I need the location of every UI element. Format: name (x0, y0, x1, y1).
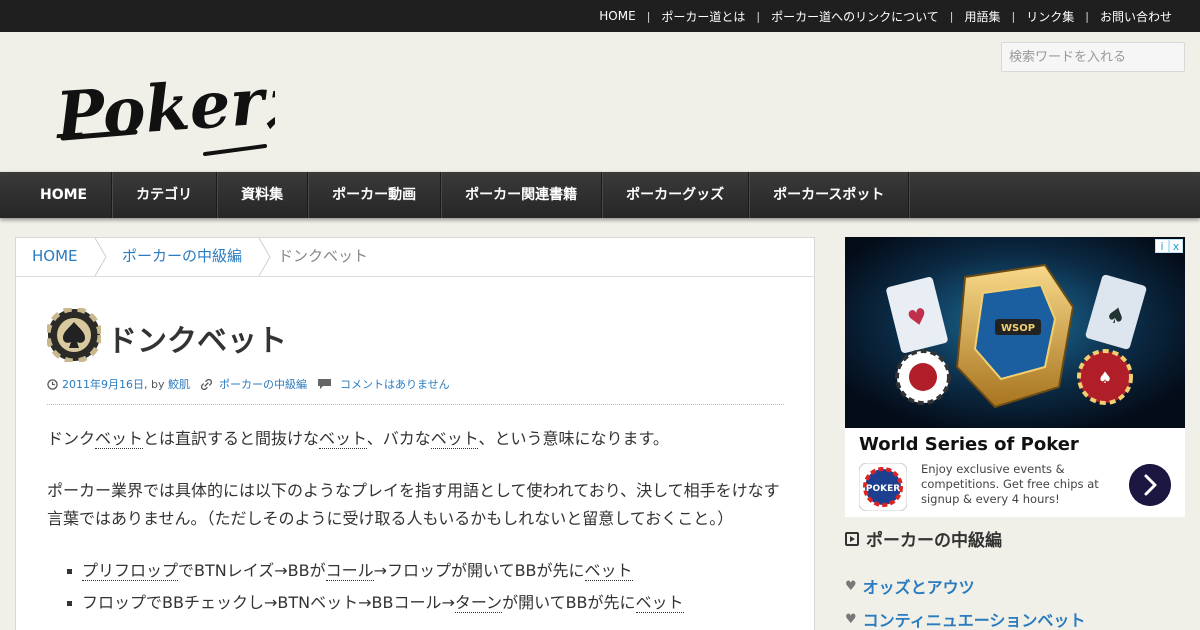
article-card: HOME ポーカーの中級編 ドンクベット ドンクベット 2011年9月16日 ,… (15, 237, 815, 630)
ad-app-logo[interactable]: POKER (859, 463, 907, 511)
topnav-contact[interactable]: お問い合わせ (1100, 8, 1172, 25)
breadcrumb: HOME ポーカーの中級編 ドンクベット (16, 238, 814, 277)
ad-logo-label: POKER (866, 484, 900, 494)
ad-badge: i x (1155, 239, 1183, 253)
text-segment: フロップでBBチェックし→BTNベット→BBコール→ (82, 593, 455, 612)
list-item: プリフロップでBTNレイズ→BBがコール→フロップが開いてBBが先にベット (67, 560, 684, 592)
nav-goods[interactable]: ポーカーグッズ (602, 172, 750, 218)
link-icon (200, 378, 213, 390)
topnav-separator: | (1085, 9, 1089, 23)
post-category[interactable]: ポーカーの中級編 (219, 376, 307, 392)
glossary-link[interactable]: ベット (95, 429, 144, 449)
ad-close-icon[interactable]: x (1169, 239, 1183, 253)
top-bar: HOME | ポーカー道とは | ポーカー道へのリンクについて | 用語集 | リンク集… (0, 0, 1200, 32)
ad-description[interactable]: Enjoy exclusive events & competitions. G… (921, 462, 1106, 507)
list-item: フロップでBBチェックし→BTNベット→BBコール→ターンが開いてBBが先にベッ… (67, 592, 684, 624)
article-paragraph-1: ドンクベットとは直訳すると間抜けなベット、バカなベット、という意味になります。 (47, 425, 792, 453)
sidebar-heading-label: ポーカーの中級編 (866, 531, 1002, 551)
nav-resources[interactable]: 資料集 (217, 172, 309, 218)
sidebar-item-label[interactable]: コンティニュエーションベット (863, 607, 1086, 630)
text-segment: が開いてBBが先に (502, 593, 636, 612)
text-segment: でBTNレイズ→BBが (178, 561, 326, 580)
topnav-separator: | (949, 9, 954, 23)
heart-icon: ♥ (845, 578, 857, 594)
ad-arrow-button[interactable] (1129, 464, 1171, 506)
glossary-link[interactable]: ベット (635, 593, 684, 613)
breadcrumb-category[interactable]: ポーカーの中級編 (122, 238, 242, 276)
glossary-link[interactable]: プリフロップ (82, 561, 179, 581)
sidebar-item-continuation-bet[interactable]: ♥ コンティニュエーションベット (845, 607, 1085, 630)
topnav-about[interactable]: ポーカー道とは (661, 8, 745, 25)
breadcrumb-current: ドンクベット (278, 247, 369, 265)
play-square-icon (845, 531, 859, 546)
post-author[interactable]: 鮫肌 (168, 376, 190, 392)
post-meta: 2011年9月16日 , by 鮫肌 ポーカーの中級編 コメントはありません (47, 376, 450, 392)
text-segment: →フロップが開いてBBが先に (373, 561, 585, 580)
post-date[interactable]: 2011年9月16日 (62, 376, 144, 392)
site-header: Poker道 (0, 32, 1200, 172)
ad-title[interactable]: World Series of Poker (859, 434, 1079, 455)
main-nav: HOME カテゴリ 資料集 ポーカー動画 ポーカー関連書籍 ポーカーグッズ ポー… (0, 172, 1200, 218)
nav-spots[interactable]: ポーカースポット (749, 172, 910, 218)
logo-text: Poker道 (55, 59, 275, 154)
ad-image-label: WSOP (1001, 323, 1035, 334)
site-logo[interactable]: Poker道 (55, 42, 275, 162)
post-by: , by (144, 377, 168, 391)
glossary-link[interactable]: ベット (584, 561, 633, 581)
comment-icon (317, 379, 331, 389)
ad-image[interactable]: ♥ ♠ WSOP ♠ (845, 237, 1185, 428)
text-segment: とは直訳すると間抜けな (143, 429, 320, 448)
sidebar-heading: ポーカーの中級編 (845, 526, 1002, 551)
text-segment: 、という意味になります。 (478, 429, 669, 448)
page-title: ドンクベット (107, 324, 287, 359)
nav-videos[interactable]: ポーカー動画 (308, 172, 442, 218)
topnav-links[interactable]: リンク集 (1026, 8, 1074, 25)
svg-text:♠: ♠ (1098, 368, 1112, 387)
meta-divider (47, 404, 784, 405)
topnav-separator: | (646, 9, 651, 23)
breadcrumb-separator-icon (258, 238, 271, 276)
top-nav: HOME | ポーカー道とは | ポーカー道へのリンクについて | 用語集 | リンク集… (599, 0, 1172, 32)
ad-info-icon[interactable]: i (1155, 239, 1169, 253)
play-example-list: プリフロップでBTNレイズ→BBがコール→フロップが開いてBBが先にベット フロ… (67, 560, 684, 624)
text-segment: ドンク (47, 429, 96, 448)
breadcrumb-home[interactable]: HOME (32, 238, 78, 276)
nav-category[interactable]: カテゴリ (112, 172, 218, 218)
sidebar-item-label[interactable]: オッズとアウツ (863, 574, 975, 598)
glossary-link[interactable]: ベット (319, 429, 367, 449)
breadcrumb-separator-icon (94, 238, 107, 276)
text-segment: 、バカな (366, 429, 431, 448)
topnav-separator: | (756, 9, 761, 23)
clock-icon (47, 378, 58, 390)
glossary-link[interactable]: ベット (430, 429, 479, 449)
nav-home[interactable]: HOME (0, 172, 113, 218)
search-input[interactable] (1001, 42, 1185, 72)
article-paragraph-2: ポーカー業界では具体的には以下のようなプレイを指す用語として使われており、決して… (47, 481, 780, 528)
sidebar-item-odds-outs[interactable]: ♥ オッズとアウツ (845, 574, 975, 598)
heart-icon: ♥ (845, 611, 857, 627)
topnav-separator: | (1011, 9, 1016, 23)
topnav-glossary[interactable]: 用語集 (965, 8, 1001, 25)
glossary-link[interactable]: ターン (454, 593, 503, 613)
nav-books[interactable]: ポーカー関連書籍 (441, 172, 603, 218)
post-comments[interactable]: コメントはありません (340, 376, 450, 392)
poker-chip-icon (47, 308, 101, 362)
topnav-linking[interactable]: ポーカー道へのリンクについて (771, 8, 939, 25)
topnav-home[interactable]: HOME (599, 9, 635, 23)
glossary-link[interactable]: コール (325, 561, 374, 581)
advertisement[interactable]: ♥ ♠ WSOP ♠ i x World Series of Poker POK… (845, 237, 1185, 517)
